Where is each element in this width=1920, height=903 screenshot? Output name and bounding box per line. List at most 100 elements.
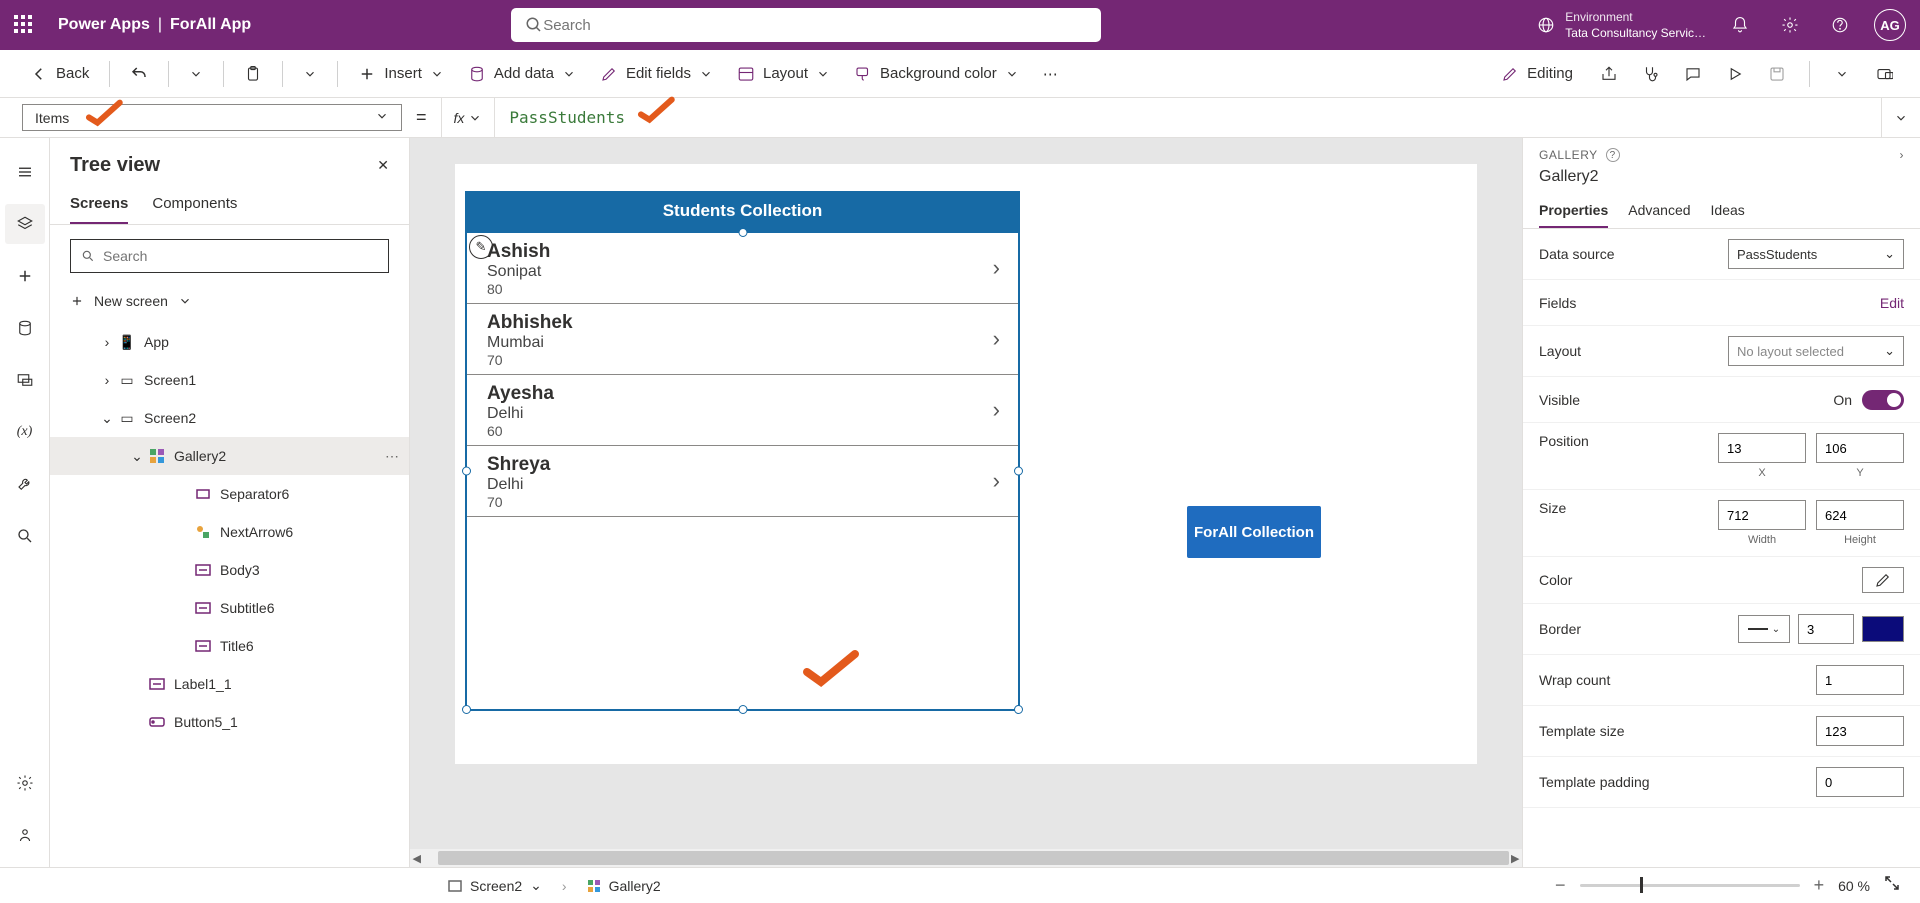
selection-handle[interactable] <box>462 705 471 714</box>
tree-search[interactable] <box>70 239 389 273</box>
canvas[interactable]: Students Collection ✎ Ashish Sonipat 80 … <box>410 138 1522 867</box>
insert-button[interactable]: Insert <box>348 59 454 89</box>
layout-button[interactable]: Layout <box>727 59 840 89</box>
checker-button[interactable] <box>1635 58 1667 90</box>
rail-media[interactable] <box>5 360 45 400</box>
gallery-item[interactable]: Ashish Sonipat 80 › <box>467 233 1018 304</box>
selection-handle[interactable] <box>738 705 747 714</box>
template-padding-input[interactable] <box>1816 767 1904 797</box>
forall-collection-button[interactable]: ForAll Collection <box>1187 506 1321 558</box>
share-button[interactable] <box>1593 58 1625 90</box>
rail-tools[interactable] <box>5 464 45 504</box>
rail-virtual-agent[interactable] <box>5 815 45 855</box>
tree-node-label11[interactable]: Label1_1 <box>50 665 409 703</box>
tree-node-screen2[interactable]: ⌄▭Screen2 <box>50 399 409 437</box>
back-button[interactable]: Back <box>20 59 99 89</box>
selection-handle[interactable] <box>1014 705 1023 714</box>
more-button[interactable]: ⋯ <box>1033 59 1068 89</box>
property-dropdown[interactable]: Items <box>22 104 402 131</box>
layout-dropdown[interactable]: No layout selected⌄ <box>1728 336 1904 366</box>
undo-split[interactable] <box>179 61 213 87</box>
gallery-item[interactable]: Shreya Delhi 70 › <box>467 446 1018 517</box>
pos-x-input[interactable] <box>1718 433 1806 463</box>
chevron-right-icon[interactable]: › <box>993 468 1000 494</box>
expand-panel-button[interactable]: › <box>1900 148 1905 162</box>
pos-y-input[interactable] <box>1816 433 1904 463</box>
rail-variables[interactable]: (x) <box>5 412 45 452</box>
tree-node-gallery2[interactable]: ⌄Gallery2⋯ <box>50 437 409 475</box>
editing-mode[interactable]: Editing <box>1491 59 1583 89</box>
template-size-input[interactable] <box>1816 716 1904 746</box>
tree-node-title6[interactable]: Title6 <box>50 627 409 665</box>
formula-input[interactable]: PassStudents <box>495 98 1882 137</box>
zoom-slider[interactable] <box>1580 884 1800 887</box>
tree-node-app[interactable]: ›📱App <box>50 323 409 361</box>
gallery2-control[interactable]: ✎ Ashish Sonipat 80 › Abhishek Mumbai 70… <box>465 231 1020 711</box>
paste-split[interactable] <box>293 61 327 87</box>
height-input[interactable] <box>1816 500 1904 530</box>
publish-split[interactable] <box>1826 58 1858 90</box>
search-input[interactable] <box>543 17 1087 34</box>
fx-button[interactable]: fx <box>441 98 496 137</box>
tree-node-nextarrow6[interactable]: NextArrow6 <box>50 513 409 551</box>
breadcrumb-control[interactable]: Gallery2 <box>579 874 669 898</box>
zoom-out-button[interactable]: − <box>1555 875 1566 896</box>
canvas-hscrollbar[interactable]: ◀▶ <box>410 849 1522 867</box>
help-icon[interactable]: ? <box>1606 148 1620 162</box>
tree-node-body3[interactable]: Body3 <box>50 551 409 589</box>
paste-button[interactable] <box>234 59 272 89</box>
border-color-picker[interactable] <box>1862 616 1904 642</box>
gallery-item[interactable]: Ayesha Delhi 60 › <box>467 375 1018 446</box>
color-picker[interactable] <box>1862 567 1904 593</box>
tab-ideas[interactable]: Ideas <box>1711 194 1745 228</box>
rail-data[interactable] <box>5 308 45 348</box>
canvas-screen[interactable]: Students Collection ✎ Ashish Sonipat 80 … <box>455 164 1477 764</box>
visible-toggle[interactable] <box>1862 390 1904 410</box>
rail-insert[interactable] <box>5 256 45 296</box>
chevron-right-icon[interactable]: › <box>993 255 1000 281</box>
tree-node-button51[interactable]: Button5_1 <box>50 703 409 741</box>
tab-screens[interactable]: Screens <box>70 187 128 224</box>
fit-to-screen-button[interactable] <box>1884 875 1900 896</box>
tab-components[interactable]: Components <box>152 187 237 224</box>
tree-search-input[interactable] <box>103 248 378 264</box>
bgcolor-button[interactable]: Background color <box>844 59 1029 89</box>
rail-treeview[interactable] <box>5 204 45 244</box>
border-width-input[interactable] <box>1798 614 1854 644</box>
tree-node-screen1[interactable]: ›▭Screen1 <box>50 361 409 399</box>
tree-node-subtitle6[interactable]: Subtitle6 <box>50 589 409 627</box>
undo-button[interactable] <box>120 59 158 89</box>
tree-close[interactable]: ✕ <box>377 157 389 174</box>
notifications-button[interactable] <box>1724 9 1756 41</box>
chevron-right-icon[interactable]: › <box>993 326 1000 352</box>
tree-node-more[interactable]: ⋯ <box>385 448 399 465</box>
gallery-item[interactable]: Abhishek Mumbai 70 › <box>467 304 1018 375</box>
width-input[interactable] <box>1718 500 1806 530</box>
wrap-count-input[interactable] <box>1816 665 1904 695</box>
preview-button[interactable] <box>1719 58 1751 90</box>
tree-node-separator6[interactable]: Separator6 <box>50 475 409 513</box>
breadcrumb-screen[interactable]: Screen2⌄ <box>440 873 550 898</box>
app-launcher-icon[interactable] <box>14 15 34 35</box>
rail-search[interactable] <box>5 516 45 556</box>
zoom-in-button[interactable]: + <box>1814 875 1825 896</box>
edit-fields-button[interactable]: Edit fields <box>590 59 723 89</box>
tab-properties[interactable]: Properties <box>1539 194 1608 228</box>
border-style-dropdown[interactable]: ⌄ <box>1738 615 1790 643</box>
edit-fields-link[interactable]: Edit <box>1880 295 1904 311</box>
global-search[interactable] <box>511 8 1101 42</box>
rail-settings[interactable] <box>5 763 45 803</box>
environment-picker[interactable]: EnvironmentTata Consultancy Servic… <box>1537 9 1706 41</box>
chevron-right-icon[interactable]: › <box>993 397 1000 423</box>
comments-button[interactable] <box>1677 58 1709 90</box>
tab-advanced[interactable]: Advanced <box>1628 194 1690 228</box>
add-data-button[interactable]: Add data <box>458 59 586 89</box>
expand-formula[interactable] <box>1882 98 1920 137</box>
publish-button[interactable] <box>1868 58 1900 90</box>
help-button[interactable] <box>1824 9 1856 41</box>
settings-button[interactable] <box>1774 9 1806 41</box>
user-avatar[interactable]: AG <box>1874 9 1906 41</box>
label-students-collection[interactable]: Students Collection <box>465 191 1020 231</box>
datasource-dropdown[interactable]: PassStudents⌄ <box>1728 239 1904 269</box>
rail-hamburger[interactable] <box>5 152 45 192</box>
